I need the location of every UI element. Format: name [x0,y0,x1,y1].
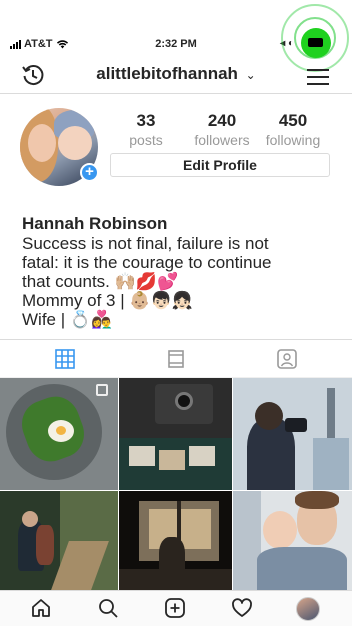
username-label: alittlebitofhannah [96,64,238,83]
activity-heart-icon[interactable] [231,597,253,619]
followers-count: 240 [207,111,237,130]
battery-icon [308,38,323,47]
posts-label: posts [129,132,163,148]
account-switcher[interactable]: alittlebitofhannah ⌄ [0,64,352,84]
profile-view-tabs [0,339,352,378]
search-icon[interactable] [97,597,119,619]
profile-header: alittlebitofhannah ⌄ [0,58,352,94]
hamburger-menu-icon[interactable] [307,64,329,86]
stat-posts[interactable]: 33 posts [120,111,172,148]
bio-line: Mommy of 3 | 👶🏼👦🏻👧🏻 [22,291,193,310]
post-thumbnail[interactable] [0,378,118,490]
post-thumbnail[interactable] [119,378,232,490]
grid-icon[interactable] [54,348,76,370]
followers-label: followers [194,132,250,148]
feed-icon[interactable] [165,348,187,370]
post-thumbnail[interactable] [0,491,118,590]
profile-name: Hannah Robinson [22,214,168,233]
touch-indicator [301,28,331,58]
edit-profile-button[interactable]: Edit Profile [110,153,330,177]
new-post-icon[interactable] [164,597,186,619]
tagged-icon[interactable] [276,348,298,370]
following-count: 450 [278,111,308,130]
bio-line: Wife | 💍👩‍❤️‍👨 [22,310,113,329]
stat-following[interactable]: 450 following [260,111,326,148]
following-label: following [265,132,321,148]
add-story-icon[interactable]: + [80,163,99,182]
bio-line: that counts. 🙌🏼💋💕 [22,272,179,291]
chevron-down-icon: ⌄ [245,68,256,82]
bio: Hannah Robinson Success is not final, fa… [22,214,342,329]
bio-line: Success is not final, failure is not [22,234,269,253]
post-thumbnail[interactable] [233,378,352,490]
posts-count: 33 [136,111,156,130]
post-thumbnail[interactable] [119,491,232,590]
profile-avatar-icon[interactable] [296,597,320,621]
home-icon[interactable] [30,597,52,619]
post-thumbnail[interactable] [233,491,352,590]
bio-line: fatal: it is the courage to continue [22,253,272,272]
stat-followers[interactable]: 240 followers [186,111,258,148]
bottom-navigation [0,590,352,626]
